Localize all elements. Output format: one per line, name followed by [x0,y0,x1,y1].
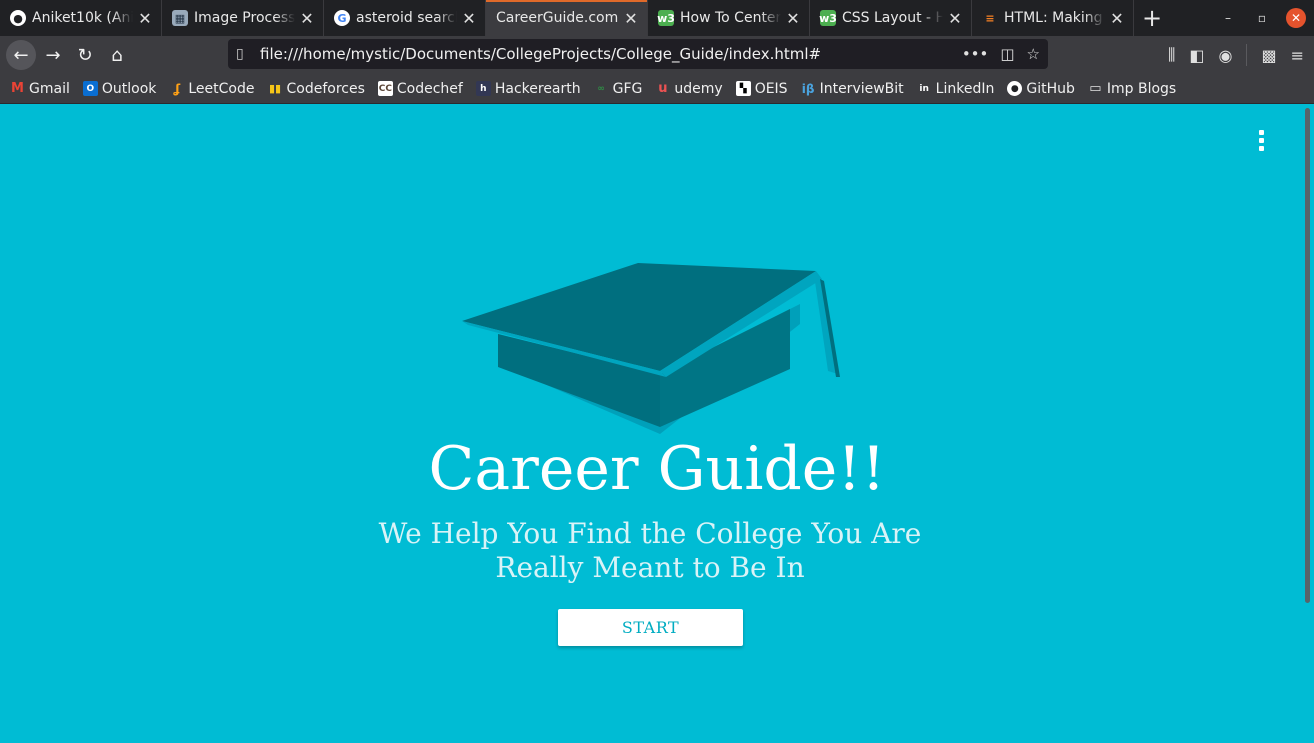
hero-subtitle: We Help You Find the College You Are Rea… [378,517,922,584]
bookmark-label: Imp Blogs [1106,80,1177,97]
bookmark-label: udemy [674,80,723,97]
interviewbit-icon: iβ [801,81,815,96]
close-icon[interactable]: ✕ [947,9,963,28]
close-icon[interactable]: ✕ [299,9,315,28]
address-bar[interactable]: ▯ file:///home/mystic/Documents/CollegeP… [228,39,1048,69]
navigation-bar: ← → ↻ ⌂ ▯ file:///home/mystic/Documents/… [0,36,1314,74]
bookmark-label: GitHub [1026,80,1075,97]
bookmark-label: OEIS [754,80,788,97]
stackoverflow-icon: ≡ [985,11,995,25]
bookmark-udemy[interactable]: u udemy [655,81,722,97]
library-icon[interactable]: ⫼ [1168,45,1175,65]
forward-arrow-icon[interactable]: → [38,40,68,70]
bookmark-label: Codeforces [286,80,365,97]
udemy-icon: u [658,81,668,96]
menu-icon[interactable]: ≡ [1291,46,1304,65]
minimize-icon[interactable]: – [1218,8,1238,28]
page-viewport: Career Guide!! We Help You Find the Coll… [0,104,1314,743]
tab-title: Image Processi [194,10,295,26]
github-icon: ● [1007,81,1023,96]
bookmark-label: LinkedIn [935,80,995,97]
document-icon: ▦ [172,10,188,26]
bookmark-linkedin[interactable]: in LinkedIn [917,80,995,97]
tab-html-making[interactable]: ≡ HTML: Making a ✕ [972,0,1134,36]
bookmark-codechef[interactable]: CC Codechef [377,80,463,97]
tab-github[interactable]: ● Aniket10k (Anik ✕ [0,0,162,36]
bookmark-codeforces[interactable]: ▮▮ Codeforces [268,81,365,97]
w3schools-icon: w3 [819,10,837,26]
close-icon[interactable]: ✕ [137,9,153,28]
scrollbar-thumb[interactable] [1305,108,1310,603]
hackerearth-icon: h [475,81,491,96]
tab-title: HTML: Making a [1004,10,1105,26]
codeforces-icon: ▮▮ [268,82,282,95]
gfg-icon: ∞ [597,83,605,94]
bookmark-interviewbit[interactable]: iβ InterviewBit [801,81,904,97]
close-icon[interactable]: ✕ [461,9,477,28]
bookmark-leetcode[interactable]: ʆ LeetCode [169,80,255,97]
bookmark-github[interactable]: ● GitHub [1007,81,1075,97]
google-icon: G [334,10,350,26]
new-tab-button[interactable]: + [1134,0,1170,36]
bookmark-label: InterviewBit [819,80,904,97]
linkedin-icon: in [919,83,929,94]
window-close-icon[interactable]: ✕ [1286,8,1306,28]
bookmark-gmail[interactable]: M Gmail [10,81,70,97]
bookmark-gfg[interactable]: ∞ GFG [594,80,643,97]
close-icon[interactable]: ✕ [623,9,639,28]
tab-image-processing[interactable]: ▦ Image Processi ✕ [162,0,324,36]
back-arrow-icon[interactable]: ← [6,40,36,70]
home-icon[interactable]: ⌂ [102,40,132,70]
bookmark-label: Hackerearth [494,80,581,97]
tab-title: CSS Layout - Ho [842,10,943,26]
tab-css-layout[interactable]: w3 CSS Layout - Ho ✕ [810,0,972,36]
graduation-cap-icon [462,263,840,434]
tab-asteroid-search[interactable]: G asteroid search ✕ [324,0,486,36]
github-icon: ● [10,10,26,26]
bookmark-star-icon[interactable]: ☆ [1027,45,1040,63]
tab-careerguide[interactable]: CareerGuide.com ✕ [486,0,648,36]
tab-title: asteroid search [356,10,457,26]
bookmark-oeis[interactable]: ▚ OEIS [735,80,788,97]
tab-title: How To Center [680,10,781,26]
account-icon[interactable]: ◉ [1219,46,1233,65]
folder-icon: ▭ [1089,81,1102,96]
bookmark-label: Outlook [101,80,157,97]
bookmark-outlook[interactable]: O Outlook [82,80,157,97]
bookmark-hackerearth[interactable]: h Hackerearth [475,80,581,97]
page-actions-icon[interactable]: ••• [962,45,989,63]
maximize-icon[interactable]: ▫ [1252,8,1272,28]
bookmarks-bar: M Gmail O Outlook ʆ LeetCode ▮▮ Codeforc… [0,74,1314,104]
tab-strip: ● Aniket10k (Anik ✕ ▦ Image Processi ✕ G… [0,0,1314,36]
tab-title: CareerGuide.com [496,10,619,26]
codechef-icon: CC [377,81,393,96]
page-icon: ▯ [236,46,244,62]
close-icon[interactable]: ✕ [1109,9,1125,28]
pocket-icon[interactable]: ◫ [1000,45,1014,63]
w3schools-icon: w3 [657,10,675,26]
tab-how-to-center[interactable]: w3 How To Center ✕ [648,0,810,36]
oeis-icon: ▚ [735,81,751,96]
bookmark-label: Codechef [396,80,463,97]
hero-title: Career Guide!! [428,434,886,504]
url-text[interactable]: file:///home/mystic/Documents/CollegePro… [260,45,962,63]
toolbar-separator [1246,44,1248,66]
window-controls: – ▫ ✕ [1218,0,1306,36]
start-button[interactable]: START [558,609,743,646]
outlook-icon: O [82,81,98,96]
bookmark-label: LeetCode [188,80,255,97]
kebab-menu-icon[interactable] [1256,130,1266,151]
sidebar-icon[interactable]: ◧ [1189,46,1204,65]
reload-icon[interactable]: ↻ [70,40,100,70]
tab-title: Aniket10k (Anik [32,10,133,26]
gmail-icon: M [11,81,24,96]
close-icon[interactable]: ✕ [785,9,801,28]
leetcode-icon: ʆ [173,81,181,96]
scrollbar[interactable] [1300,104,1314,743]
bookmark-label: Gmail [29,80,70,97]
bookmark-label: GFG [612,80,643,97]
bookmark-folder-imp-blogs[interactable]: ▭ Imp Blogs [1088,81,1176,97]
extensions-icon[interactable]: ▩ [1261,46,1276,65]
